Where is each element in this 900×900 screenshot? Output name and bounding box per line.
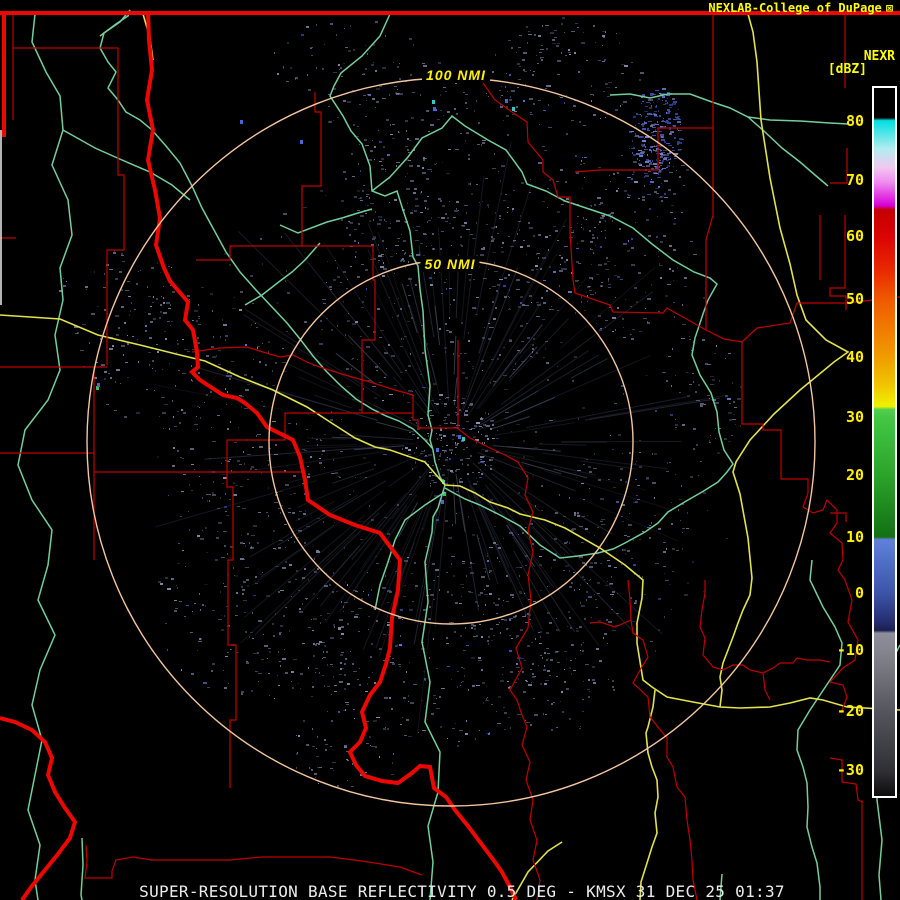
county-line [830, 512, 847, 522]
colorbar-tick-50: 50 [845, 290, 864, 308]
state-border [144, 12, 518, 900]
highway-layer [0, 13, 900, 900]
colorbar [872, 86, 897, 798]
colorbar-tick-30: 30 [845, 408, 864, 426]
colorbar-tick-40: 40 [845, 348, 864, 366]
county-line [84, 844, 423, 879]
range-ring-label-100nmi: 100 NMI [422, 67, 490, 83]
colorbar-tick-20: 20 [845, 466, 864, 484]
colorbar-units: [dBZ] [827, 62, 867, 77]
county-line [630, 619, 698, 900]
logo-glyph: ⊠ [885, 1, 893, 15]
river [17, 13, 73, 900]
colorbar-tick--20: -20 [836, 702, 864, 720]
river [279, 208, 373, 234]
colorbar-tick-0: 0 [854, 584, 864, 602]
county-line [574, 14, 714, 173]
county-line [191, 346, 414, 413]
colorbar-tick-10: 10 [845, 528, 864, 546]
colorbar-tick-60: 60 [845, 227, 864, 245]
status-bar-product-label: SUPER-RESOLUTION BASE REFLECTIVITY 0.5 D… [139, 882, 785, 900]
county-line [196, 245, 302, 261]
river [796, 559, 843, 900]
river [62, 129, 191, 201]
highway [0, 314, 900, 711]
header-branding: NEXLAB-College of DuPage ⊠ [708, 1, 893, 15]
colorbar-tick--10: -10 [836, 641, 864, 659]
header-title: NEXLAB-College of DuPage [708, 1, 882, 15]
county-line [741, 342, 859, 683]
colorbar-tick-80: 80 [845, 112, 864, 130]
county-line [705, 128, 714, 330]
radar-map [0, 9, 900, 900]
highway [639, 689, 659, 900]
river [371, 114, 734, 559]
colorbar-title: NEXR [863, 49, 895, 64]
river [244, 242, 321, 306]
colorbar-gradient [874, 88, 895, 796]
county-line [762, 672, 771, 701]
radar-display: 100 NMI 50 NMI NEXLAB-College of DuPage ⊠… [0, 0, 900, 900]
range-ring-label-50nmi: 50 NMI [420, 256, 480, 272]
range-ring-100-nmi [86, 77, 816, 807]
colorbar-tick--30: -30 [836, 761, 864, 779]
river [747, 116, 829, 187]
state-border [0, 716, 78, 900]
colorbar-tick-70: 70 [845, 171, 864, 189]
river [609, 93, 849, 125]
